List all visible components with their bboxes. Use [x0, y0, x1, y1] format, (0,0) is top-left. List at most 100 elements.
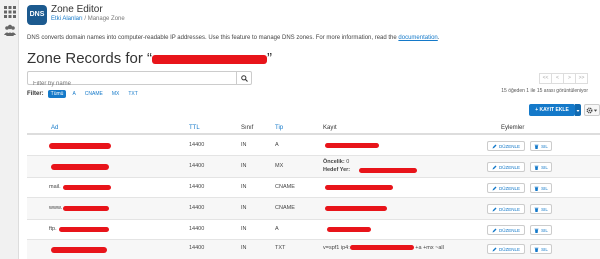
pencil-icon	[492, 165, 497, 169]
redacted-name	[51, 247, 107, 253]
filter-cname[interactable]: CNAME	[82, 90, 106, 98]
table-row: www. 14400 IN CNAME DÜZENLE SIL	[27, 198, 600, 220]
gear-icon	[586, 107, 593, 113]
search-input[interactable]	[28, 78, 228, 90]
settings-button[interactable]	[584, 104, 600, 116]
breadcrumb: Etki Alanları / Manage Zone	[51, 16, 125, 22]
row-type: CNAME	[275, 205, 295, 211]
target-label: Hedef Yer:	[323, 167, 351, 173]
redacted-record	[359, 168, 417, 173]
edit-button[interactable]: DÜZENLE	[487, 141, 525, 151]
edit-button[interactable]: DÜZENLE	[487, 204, 525, 214]
documentation-link[interactable]: documentation	[398, 35, 437, 41]
grid-icon[interactable]	[4, 6, 16, 18]
row-ttl: 14400	[189, 184, 205, 190]
redacted-name	[51, 164, 109, 170]
users-icon[interactable]	[4, 24, 16, 36]
redacted-record	[325, 143, 379, 148]
row-class: IN	[241, 205, 247, 211]
row-class: IN	[241, 184, 247, 190]
col-name-header[interactable]: Ad	[51, 125, 58, 131]
row-type: CNAME	[275, 184, 295, 190]
pencil-icon	[492, 186, 497, 190]
redacted-record	[325, 206, 387, 211]
table-header: Ad TTL Sınıf Tip Kayıt Eylemler	[27, 122, 600, 135]
intro-suffix: .	[437, 35, 440, 41]
trash-icon	[534, 165, 539, 170]
edit-button[interactable]: DÜZENLE	[487, 162, 525, 172]
txt-record: v=spf1 ip4: +a +mx ~all	[323, 245, 444, 251]
filter-bar: Filter: Tümü A CNAME MX TXT	[27, 90, 144, 98]
delete-label: SIL	[541, 185, 548, 191]
pagination: << < > >>	[539, 73, 588, 84]
caret-down-icon	[576, 110, 580, 112]
row-type: A	[275, 226, 279, 232]
row-class: IN	[241, 245, 247, 251]
row-type: A	[275, 142, 279, 148]
delete-label: SIL	[541, 246, 548, 252]
mx-priority: Öncelik: 0	[323, 159, 349, 165]
pencil-icon	[492, 247, 497, 251]
filter-label: Filter:	[27, 91, 44, 97]
edit-label: DÜZENLE	[498, 164, 520, 170]
edit-label: DÜZENLE	[498, 246, 520, 252]
row-class: IN	[241, 163, 247, 169]
left-nav	[0, 0, 19, 259]
intro-text: DNS converts domain names into computer-…	[27, 35, 439, 41]
delete-button[interactable]: SIL	[530, 141, 552, 151]
txt-record-suffix: +a +mx ~all	[413, 245, 444, 251]
edit-label: DÜZENLE	[498, 227, 520, 233]
redacted-record	[325, 185, 393, 190]
add-record-dropdown-toggle[interactable]	[575, 104, 581, 116]
row-class: IN	[241, 142, 247, 148]
heading-suffix: ”	[267, 50, 273, 67]
delete-button[interactable]: SIL	[530, 225, 552, 235]
search-button[interactable]	[236, 72, 251, 84]
pencil-icon	[492, 144, 497, 148]
table-row: ftp. 14400 IN A DÜZENLE SIL	[27, 220, 600, 240]
filter-mx[interactable]: MX	[109, 90, 123, 98]
breadcrumb-current: Manage Zone	[87, 16, 125, 22]
delete-button[interactable]: SIL	[530, 162, 552, 172]
row-name: ftp.	[49, 226, 57, 232]
edit-button[interactable]: DÜZENLE	[487, 244, 525, 254]
row-type: TXT	[275, 245, 286, 251]
row-ttl: 14400	[189, 142, 205, 148]
priority-label: Öncelik:	[323, 159, 345, 165]
delete-button[interactable]: SIL	[530, 244, 552, 254]
pencil-icon	[492, 207, 497, 211]
redacted-name	[49, 143, 111, 149]
trash-icon	[534, 186, 539, 191]
pencil-icon	[492, 228, 497, 232]
delete-label: SIL	[541, 143, 548, 149]
col-ttl-header[interactable]: TTL	[189, 125, 200, 131]
main-content: DNS Zone Editor Etki Alanları / Manage Z…	[19, 0, 600, 259]
trash-icon	[534, 228, 539, 233]
col-class-header: Sınıf	[241, 125, 254, 131]
page-title: Zone Editor	[51, 4, 103, 15]
filter-a[interactable]: A	[69, 90, 78, 98]
filter-txt[interactable]: TXT	[125, 90, 140, 98]
col-type-header[interactable]: Tip	[275, 125, 283, 131]
row-ttl: 14400	[189, 205, 205, 211]
trash-icon	[534, 247, 539, 252]
redacted-name	[63, 185, 111, 190]
edit-button[interactable]: DÜZENLE	[487, 183, 525, 193]
redacted-domain	[152, 54, 268, 64]
delete-button[interactable]: SIL	[530, 204, 552, 214]
add-record-button[interactable]: + KAYIT EKLE	[529, 104, 575, 116]
delete-label: SIL	[541, 206, 548, 212]
breadcrumb-home-link[interactable]: Etki Alanları	[51, 16, 83, 22]
page-last-button[interactable]: >>	[575, 73, 588, 84]
redacted-name	[59, 227, 109, 232]
redacted-name	[63, 206, 109, 211]
filter-all[interactable]: Tümü	[47, 90, 67, 98]
delete-button[interactable]: SIL	[530, 183, 552, 193]
edit-button[interactable]: DÜZENLE	[487, 225, 525, 235]
txt-record-prefix: v=spf1 ip4:	[323, 245, 350, 251]
search-box	[27, 71, 252, 90]
row-ttl: 14400	[189, 245, 205, 251]
row-class: IN	[241, 226, 247, 232]
search-icon	[240, 74, 248, 82]
col-actions-header: Eylemler	[501, 125, 525, 131]
